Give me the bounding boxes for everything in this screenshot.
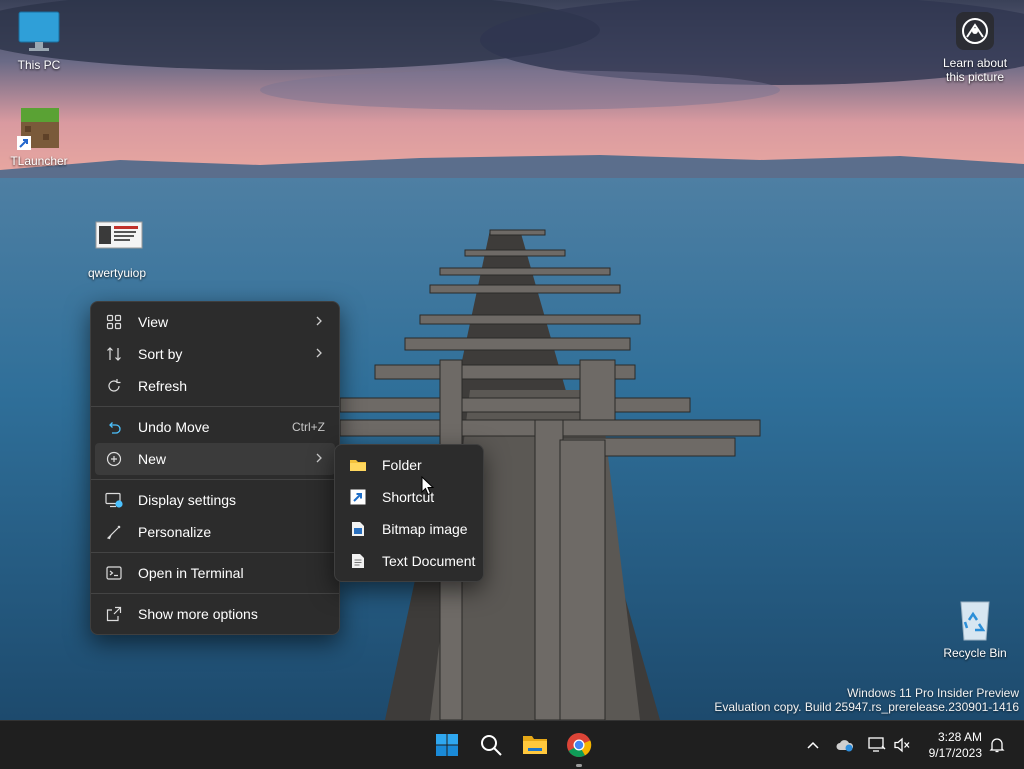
monitor-icon <box>17 10 61 54</box>
tlauncher-icon <box>17 106 61 150</box>
recycle-bin-icon <box>953 598 997 642</box>
submenu-item-folder[interactable]: Folder <box>339 449 479 481</box>
menu-item-undo-move[interactable]: Undo Move Ctrl+Z <box>95 411 335 443</box>
menu-item-label: Open in Terminal <box>138 565 244 581</box>
learn-about-label: Learn about this picture <box>942 56 1008 84</box>
desktop-icon-tlauncher[interactable]: TLauncher <box>1 106 77 168</box>
undo-icon <box>105 418 123 436</box>
network-button[interactable] <box>867 735 887 755</box>
submenu-item-label: Bitmap image <box>382 521 468 537</box>
brush-icon <box>105 523 123 541</box>
network-icon <box>868 737 886 752</box>
file-explorer-icon <box>523 736 547 754</box>
bitmap-icon <box>349 520 367 538</box>
onedrive-icon <box>836 740 854 752</box>
desktop-icon-label: TLauncher <box>10 154 68 168</box>
desktop-icon-recycle-bin[interactable]: Recycle Bin <box>937 598 1013 660</box>
submenu-item-shortcut[interactable]: Shortcut <box>339 481 479 513</box>
chrome-icon <box>567 733 592 758</box>
file-explorer-button[interactable] <box>519 729 551 761</box>
show-hidden-icons-button[interactable] <box>803 735 823 755</box>
menu-item-label: Sort by <box>138 346 183 362</box>
desktop-icon-label: Recycle Bin <box>943 646 1007 660</box>
learn-about-picture[interactable]: Learn about this picture <box>942 12 1008 84</box>
menu-item-show-more-options[interactable]: Show more options <box>95 598 335 630</box>
menu-item-display-settings[interactable]: Display settings <box>95 484 335 516</box>
watermark-line-2: Evaluation copy. Build 25947.rs_prerelea… <box>714 700 1019 714</box>
menu-item-view[interactable]: View <box>95 306 335 338</box>
volume-button[interactable] <box>892 735 912 755</box>
text-document-icon <box>349 552 367 570</box>
folder-icon <box>349 456 367 474</box>
menu-item-label: New <box>138 451 167 467</box>
start-icon <box>436 734 458 756</box>
shortcut-icon <box>349 488 367 506</box>
menu-item-open-in-terminal[interactable]: Open in Terminal <box>95 557 335 589</box>
desktop-icon-this-pc[interactable]: This PC <box>1 10 77 72</box>
desktop-icon-label: This PC <box>17 58 61 72</box>
chevron-up-icon <box>807 741 819 749</box>
grid-icon <box>105 313 123 331</box>
display-icon <box>105 491 123 509</box>
refresh-icon <box>105 377 123 395</box>
submenu-item-text-document[interactable]: Text Document <box>339 545 479 577</box>
clock-date: 9/17/2023 <box>928 746 982 760</box>
chevron-right-icon <box>315 346 323 362</box>
menu-item-label: Personalize <box>138 524 212 540</box>
desktop-icon-label: qwertyuiop <box>87 266 147 280</box>
menu-separator <box>91 479 339 480</box>
mouse-cursor-icon <box>421 476 435 496</box>
menu-item-refresh[interactable]: Refresh <box>95 370 335 402</box>
volume-muted-icon <box>894 737 910 753</box>
search-button[interactable] <box>475 729 507 761</box>
submenu-item-label: Folder <box>382 457 422 473</box>
desktop-context-menu: View Sort by Refresh Undo Move Ctrl+Z Ne… <box>90 301 340 635</box>
terminal-icon <box>105 564 123 582</box>
share-icon <box>105 605 123 623</box>
image-file-icon <box>95 218 143 262</box>
menu-item-label: Show more options <box>138 606 258 622</box>
clock-time: 3:28 AM <box>937 730 982 744</box>
camera-icon <box>956 12 994 50</box>
menu-item-label: View <box>138 314 169 330</box>
chrome-button[interactable] <box>563 729 595 767</box>
taskbar-clock[interactable]: 3:28 AM 9/17/2023 <box>929 729 982 761</box>
search-icon <box>481 735 502 756</box>
menu-item-personalize[interactable]: Personalize <box>95 516 335 548</box>
chevron-right-icon <box>315 314 323 330</box>
taskbar: 3:28 AM 9/17/2023 <box>0 720 1024 769</box>
submenu-item-bitmap-image[interactable]: Bitmap image <box>339 513 479 545</box>
menu-item-label: Display settings <box>138 492 237 508</box>
plus-circle-icon <box>105 450 123 468</box>
notifications-button[interactable] <box>987 735 1007 755</box>
shortcut-label: Ctrl+Z <box>292 420 325 434</box>
running-indicator <box>576 764 582 767</box>
start-button[interactable] <box>431 729 463 761</box>
desktop-icon-qwertyuiop[interactable]: qwertyuiop <box>79 218 155 280</box>
menu-item-new[interactable]: New <box>95 443 335 475</box>
menu-separator <box>91 552 339 553</box>
bell-icon <box>989 738 1005 753</box>
submenu-item-label: Text Document <box>382 553 476 569</box>
menu-item-sort-by[interactable]: Sort by <box>95 338 335 370</box>
new-submenu: Folder Shortcut Bitmap image Text Docume… <box>334 444 484 582</box>
chevron-right-icon <box>315 451 323 467</box>
watermark-line-1: Windows 11 Pro Insider Preview <box>847 686 1019 700</box>
sort-icon <box>105 345 123 363</box>
menu-item-label: Refresh <box>138 378 188 394</box>
evaluation-watermark: Windows 11 Pro Insider Preview Evaluatio… <box>714 686 1019 714</box>
menu-item-label: Undo Move <box>138 419 210 435</box>
menu-separator <box>91 406 339 407</box>
onedrive-button[interactable] <box>835 735 855 755</box>
menu-separator <box>91 593 339 594</box>
